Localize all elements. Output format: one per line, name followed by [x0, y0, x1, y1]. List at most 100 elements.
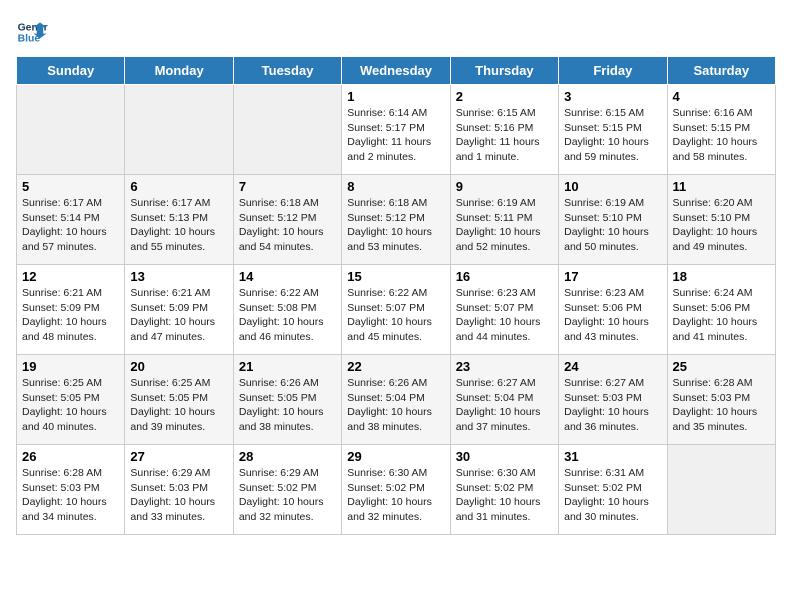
date-number: 2	[456, 89, 553, 104]
svg-text:General: General	[18, 22, 48, 33]
day-cell-2: 2 Sunrise: 6:15 AM Sunset: 5:16 PM Daylig…	[450, 85, 558, 175]
date-number: 15	[347, 269, 444, 284]
date-number: 20	[130, 359, 227, 374]
cell-info: Sunrise: 6:16 AM Sunset: 5:15 PM Dayligh…	[673, 106, 770, 165]
day-header-saturday: Saturday	[667, 57, 775, 85]
week-row-3: 12 Sunrise: 6:21 AM Sunset: 5:09 PM Dayli…	[17, 265, 776, 355]
day-cell-7: 7 Sunrise: 6:18 AM Sunset: 5:12 PM Daylig…	[233, 175, 341, 265]
date-number: 18	[673, 269, 770, 284]
date-number: 14	[239, 269, 336, 284]
cell-info: Sunrise: 6:23 AM Sunset: 5:06 PM Dayligh…	[564, 286, 661, 345]
day-cell-26: 26 Sunrise: 6:28 AM Sunset: 5:03 PM Dayli…	[17, 445, 125, 535]
day-cell-14: 14 Sunrise: 6:22 AM Sunset: 5:08 PM Dayli…	[233, 265, 341, 355]
day-cell-30: 30 Sunrise: 6:30 AM Sunset: 5:02 PM Dayli…	[450, 445, 558, 535]
cell-info: Sunrise: 6:14 AM Sunset: 5:17 PM Dayligh…	[347, 106, 444, 165]
date-number: 12	[22, 269, 119, 284]
date-number: 11	[673, 179, 770, 194]
date-number: 25	[673, 359, 770, 374]
date-number: 21	[239, 359, 336, 374]
day-cell-9: 9 Sunrise: 6:19 AM Sunset: 5:11 PM Daylig…	[450, 175, 558, 265]
day-cell-23: 23 Sunrise: 6:27 AM Sunset: 5:04 PM Dayli…	[450, 355, 558, 445]
cell-info: Sunrise: 6:31 AM Sunset: 5:02 PM Dayligh…	[564, 466, 661, 525]
day-cell-8: 8Sunrise: 6:18 AM Sunset: 5:12 PM Daylig…	[342, 175, 450, 265]
day-cell-27: 27Sunrise: 6:29 AM Sunset: 5:03 PM Dayli…	[125, 445, 233, 535]
date-number: 9	[456, 179, 553, 194]
day-cell-1: 1 Sunrise: 6:14 AM Sunset: 5:17 PM Daylig…	[342, 85, 450, 175]
empty-cell	[667, 445, 775, 535]
date-number: 1	[347, 89, 444, 104]
day-cell-16: 16Sunrise: 6:23 AM Sunset: 5:07 PM Dayli…	[450, 265, 558, 355]
cell-info: Sunrise: 6:29 AM Sunset: 5:02 PM Dayligh…	[239, 466, 336, 525]
cell-info: Sunrise: 6:20 AM Sunset: 5:10 PM Dayligh…	[673, 196, 770, 255]
day-header-friday: Friday	[559, 57, 667, 85]
day-cell-24: 24 Sunrise: 6:27 AM Sunset: 5:03 PM Dayli…	[559, 355, 667, 445]
day-cell-13: 13 Sunrise: 6:21 AM Sunset: 5:09 PM Dayli…	[125, 265, 233, 355]
week-row-5: 26 Sunrise: 6:28 AM Sunset: 5:03 PM Dayli…	[17, 445, 776, 535]
day-cell-6: 6Sunrise: 6:17 AM Sunset: 5:13 PM Daylig…	[125, 175, 233, 265]
day-cell-4: 4 Sunrise: 6:16 AM Sunset: 5:15 PM Daylig…	[667, 85, 775, 175]
cell-info: Sunrise: 6:25 AM Sunset: 5:05 PM Dayligh…	[22, 376, 119, 435]
cell-info: Sunrise: 6:15 AM Sunset: 5:16 PM Dayligh…	[456, 106, 553, 165]
date-number: 4	[673, 89, 770, 104]
date-number: 31	[564, 449, 661, 464]
cell-info: Sunrise: 6:28 AM Sunset: 5:03 PM Dayligh…	[673, 376, 770, 435]
day-cell-31: 31 Sunrise: 6:31 AM Sunset: 5:02 PM Dayli…	[559, 445, 667, 535]
day-cell-12: 12 Sunrise: 6:21 AM Sunset: 5:09 PM Dayli…	[17, 265, 125, 355]
date-number: 13	[130, 269, 227, 284]
calendar-table: SundayMondayTuesdayWednesdayThursdayFrid…	[16, 56, 776, 535]
cell-info: Sunrise: 6:22 AM Sunset: 5:08 PM Dayligh…	[239, 286, 336, 345]
cell-info: Sunrise: 6:22 AM Sunset: 5:07 PM Dayligh…	[347, 286, 444, 345]
logo-icon: General Blue	[16, 16, 48, 48]
date-number: 8	[347, 179, 444, 194]
empty-cell	[17, 85, 125, 175]
date-number: 19	[22, 359, 119, 374]
day-header-monday: Monday	[125, 57, 233, 85]
day-cell-11: 11 Sunrise: 6:20 AM Sunset: 5:10 PM Dayli…	[667, 175, 775, 265]
day-cell-20: 20Sunrise: 6:25 AM Sunset: 5:05 PM Dayli…	[125, 355, 233, 445]
day-cell-25: 25 Sunrise: 6:28 AM Sunset: 5:03 PM Dayli…	[667, 355, 775, 445]
empty-cell	[125, 85, 233, 175]
date-number: 3	[564, 89, 661, 104]
cell-info: Sunrise: 6:29 AM Sunset: 5:03 PM Dayligh…	[130, 466, 227, 525]
day-cell-3: 3 Sunrise: 6:15 AM Sunset: 5:15 PM Daylig…	[559, 85, 667, 175]
cell-info: Sunrise: 6:26 AM Sunset: 5:05 PM Dayligh…	[239, 376, 336, 435]
empty-cell	[233, 85, 341, 175]
cell-info: Sunrise: 6:23 AM Sunset: 5:07 PM Dayligh…	[456, 286, 553, 345]
cell-info: Sunrise: 6:24 AM Sunset: 5:06 PM Dayligh…	[673, 286, 770, 345]
cell-info: Sunrise: 6:30 AM Sunset: 5:02 PM Dayligh…	[347, 466, 444, 525]
week-row-2: 5 Sunrise: 6:17 AM Sunset: 5:14 PM Daylig…	[17, 175, 776, 265]
cell-info: Sunrise: 6:18 AM Sunset: 5:12 PM Dayligh…	[239, 196, 336, 255]
cell-info: Sunrise: 6:28 AM Sunset: 5:03 PM Dayligh…	[22, 466, 119, 525]
day-cell-28: 28Sunrise: 6:29 AM Sunset: 5:02 PM Dayli…	[233, 445, 341, 535]
date-number: 30	[456, 449, 553, 464]
date-number: 7	[239, 179, 336, 194]
calendar-body: 1 Sunrise: 6:14 AM Sunset: 5:17 PM Daylig…	[17, 85, 776, 535]
cell-info: Sunrise: 6:19 AM Sunset: 5:10 PM Dayligh…	[564, 196, 661, 255]
date-number: 5	[22, 179, 119, 194]
day-cell-19: 19 Sunrise: 6:25 AM Sunset: 5:05 PM Dayli…	[17, 355, 125, 445]
cell-info: Sunrise: 6:21 AM Sunset: 5:09 PM Dayligh…	[22, 286, 119, 345]
date-number: 23	[456, 359, 553, 374]
cell-info: Sunrise: 6:27 AM Sunset: 5:03 PM Dayligh…	[564, 376, 661, 435]
logo: General Blue	[16, 16, 56, 48]
date-number: 10	[564, 179, 661, 194]
cell-info: Sunrise: 6:17 AM Sunset: 5:14 PM Dayligh…	[22, 196, 119, 255]
cell-info: Sunrise: 6:21 AM Sunset: 5:09 PM Dayligh…	[130, 286, 227, 345]
cell-info: Sunrise: 6:26 AM Sunset: 5:04 PM Dayligh…	[347, 376, 444, 435]
day-cell-17: 17 Sunrise: 6:23 AM Sunset: 5:06 PM Dayli…	[559, 265, 667, 355]
week-row-1: 1 Sunrise: 6:14 AM Sunset: 5:17 PM Daylig…	[17, 85, 776, 175]
cell-info: Sunrise: 6:17 AM Sunset: 5:13 PM Dayligh…	[130, 196, 227, 255]
page-header: General Blue	[16, 16, 776, 48]
date-number: 22	[347, 359, 444, 374]
date-number: 26	[22, 449, 119, 464]
cell-info: Sunrise: 6:19 AM Sunset: 5:11 PM Dayligh…	[456, 196, 553, 255]
week-row-4: 19 Sunrise: 6:25 AM Sunset: 5:05 PM Dayli…	[17, 355, 776, 445]
date-number: 24	[564, 359, 661, 374]
cell-info: Sunrise: 6:30 AM Sunset: 5:02 PM Dayligh…	[456, 466, 553, 525]
date-number: 17	[564, 269, 661, 284]
date-number: 29	[347, 449, 444, 464]
cell-info: Sunrise: 6:27 AM Sunset: 5:04 PM Dayligh…	[456, 376, 553, 435]
day-cell-21: 21 Sunrise: 6:26 AM Sunset: 5:05 PM Dayli…	[233, 355, 341, 445]
day-cell-5: 5 Sunrise: 6:17 AM Sunset: 5:14 PM Daylig…	[17, 175, 125, 265]
cell-info: Sunrise: 6:15 AM Sunset: 5:15 PM Dayligh…	[564, 106, 661, 165]
